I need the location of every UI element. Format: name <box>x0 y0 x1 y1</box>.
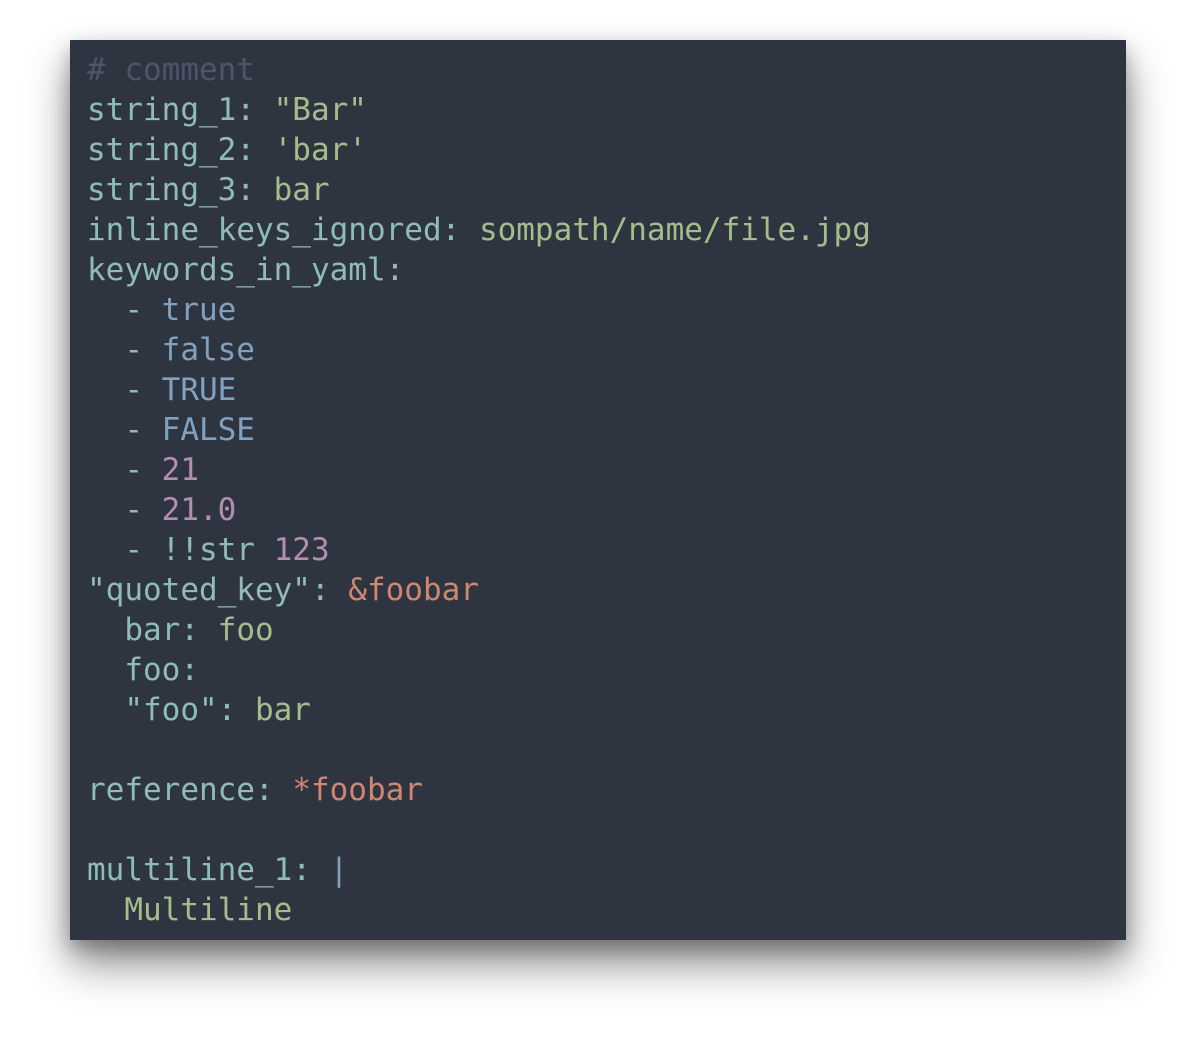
code-token: bar <box>273 172 330 208</box>
code-token: : <box>217 692 255 728</box>
code-token: foo <box>217 612 274 648</box>
code-token: "foo" <box>87 692 218 728</box>
code-token: 'bar' <box>273 132 367 168</box>
code-token: string_2 <box>87 132 237 168</box>
code-token: : <box>236 172 274 208</box>
code-token: : <box>180 612 218 648</box>
code-token: keywords_in_yaml <box>87 252 386 288</box>
code-line: - 21.0 <box>87 490 871 530</box>
code-token: : <box>292 852 330 888</box>
code-token: - <box>87 532 162 568</box>
code-line: "foo": bar <box>87 690 871 730</box>
code-token: - <box>87 412 162 448</box>
code-token: : <box>236 92 274 128</box>
code-line: "quoted_key": &foobar <box>87 570 871 610</box>
code-token: FALSE <box>161 412 255 448</box>
code-line: foo: <box>87 650 871 690</box>
code-token: bar <box>87 612 181 648</box>
code-line: string_2: 'bar' <box>87 130 871 170</box>
code-token: "Bar" <box>273 92 367 128</box>
code-token: *foobar <box>292 772 423 808</box>
code-line: - !!str 123 <box>87 530 871 570</box>
code-line: - TRUE <box>87 370 871 410</box>
code-line: - false <box>87 330 871 370</box>
code-token: - <box>87 292 162 328</box>
code-token: TRUE <box>161 372 237 408</box>
code-token: # comment <box>87 52 255 88</box>
code-line: - FALSE <box>87 410 871 450</box>
code-line: reference: *foobar <box>87 770 871 810</box>
code-token: - <box>87 452 162 488</box>
code-token: inline_keys_ignored <box>87 212 442 248</box>
code-token: : <box>254 772 293 808</box>
code-line: string_3: bar <box>87 170 871 210</box>
code-token: !!str <box>161 532 274 568</box>
code-token: false <box>161 332 255 368</box>
code-token: - <box>87 492 162 528</box>
code-token: bar <box>254 692 311 728</box>
code-line: string_1: "Bar" <box>87 90 871 130</box>
code-token: : <box>385 252 405 288</box>
code-token: 21.0 <box>161 492 237 528</box>
code-line: # comment <box>87 50 871 90</box>
code-token: sompath/name/file.jpg <box>478 212 871 248</box>
code-token: - <box>87 332 162 368</box>
code-token: : <box>310 572 349 608</box>
code-line: bar: foo <box>87 610 871 650</box>
code-token: - <box>87 372 162 408</box>
code-token: reference <box>87 772 255 808</box>
viewport-bottom-edge <box>70 926 1126 940</box>
code-token: multiline_1 <box>87 852 293 888</box>
code-token: 123 <box>273 532 330 568</box>
code-token: "quoted_key" <box>87 572 311 608</box>
code-token: : <box>236 132 274 168</box>
code-token: 21 <box>161 452 199 488</box>
code-line: - true <box>87 290 871 330</box>
code-line: - 21 <box>87 450 871 490</box>
code-token: | <box>329 852 349 888</box>
code-block[interactable]: # comment string_1: "Bar" string_2: 'bar' s… <box>87 50 871 940</box>
code-token: : <box>180 652 199 688</box>
code-line: keywords_in_yaml: <box>87 250 871 290</box>
code-token: &foobar <box>348 572 479 608</box>
code-editor[interactable]: # comment string_1: "Bar" string_2: 'bar' s… <box>70 40 1126 940</box>
code-line: Multiline <box>87 890 871 930</box>
code-token: string_3 <box>87 172 237 208</box>
code-token: Multiline <box>87 892 293 928</box>
code-token: true <box>161 292 237 328</box>
code-token: string_1 <box>87 92 237 128</box>
code-line: multiline_1: | <box>87 850 871 890</box>
code-token: : <box>441 212 479 248</box>
code-token: foo <box>87 652 181 688</box>
code-line: inline_keys_ignored: sompath/name/file.j… <box>87 210 871 250</box>
